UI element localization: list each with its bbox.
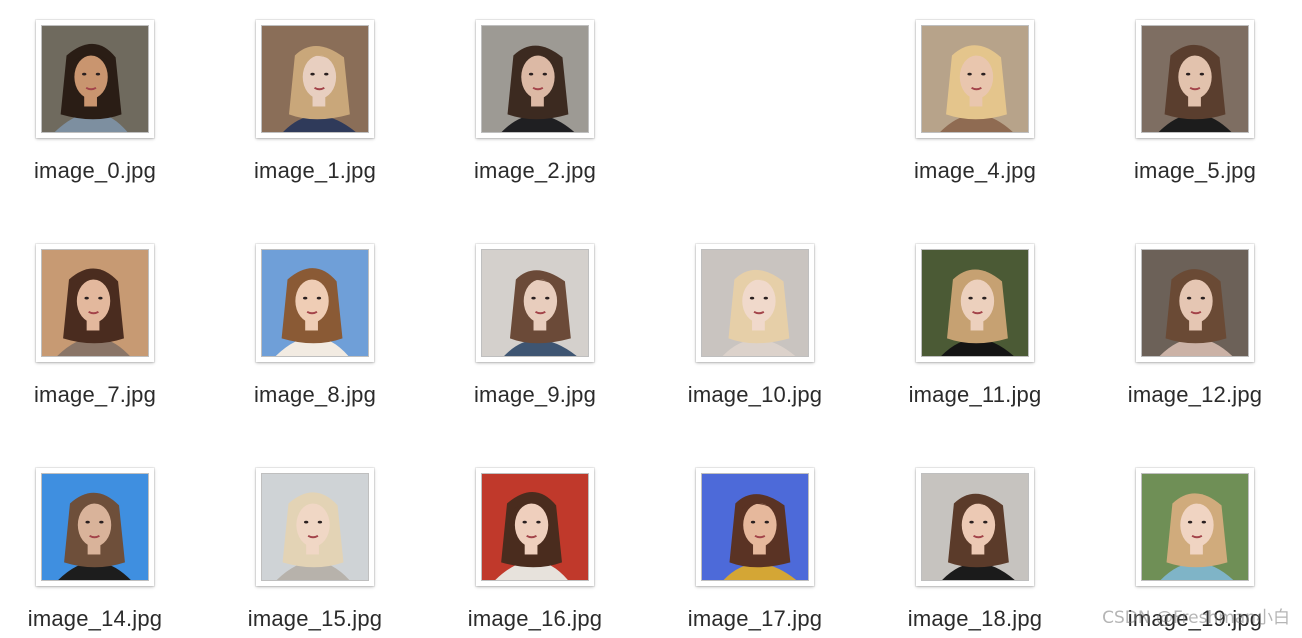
file-thumbnail[interactable] (696, 468, 814, 586)
file-item[interactable]: image_18.jpg (865, 448, 1085, 638)
thumbnail-image (1142, 250, 1248, 356)
image-preview (41, 249, 149, 357)
file-name-label[interactable]: image_12.jpg (1085, 382, 1302, 408)
thumbnail-image (1142, 474, 1248, 580)
file-thumbnail[interactable] (256, 244, 374, 362)
image-preview (1141, 25, 1249, 133)
image-preview (481, 473, 589, 581)
file-name-label[interactable]: image_11.jpg (865, 382, 1085, 408)
file-name-label[interactable]: image_8.jpg (205, 382, 425, 408)
thumbnail-image (1142, 26, 1248, 132)
file-thumbnail[interactable] (476, 468, 594, 586)
file-thumbnail[interactable] (36, 20, 154, 138)
image-preview (41, 473, 149, 581)
thumbnail-image (482, 474, 588, 580)
file-icon-grid: image_0.jpg image_1.jpg image_2.jpg image_4… (0, 0, 1302, 636)
image-preview (261, 473, 369, 581)
file-item[interactable]: image_1.jpg (205, 0, 425, 190)
file-thumbnail[interactable] (36, 468, 154, 586)
image-preview (1141, 473, 1249, 581)
file-thumbnail[interactable] (1136, 20, 1254, 138)
file-name-label[interactable]: image_4.jpg (865, 158, 1085, 184)
file-name-label[interactable]: image_16.jpg (425, 606, 645, 632)
image-preview (261, 25, 369, 133)
file-name-label[interactable]: image_17.jpg (645, 606, 865, 632)
file-thumbnail[interactable] (696, 244, 814, 362)
file-name-label[interactable]: image_0.jpg (0, 158, 205, 184)
file-thumbnail[interactable] (256, 468, 374, 586)
image-preview (481, 25, 589, 133)
file-name-label[interactable]: image_9.jpg (425, 382, 645, 408)
file-name-label[interactable]: image_7.jpg (0, 382, 205, 408)
thumbnail-image (42, 26, 148, 132)
file-item[interactable]: image_5.jpg (1085, 0, 1302, 190)
image-preview (41, 25, 149, 133)
thumbnail-image (482, 250, 588, 356)
thumbnail-image (702, 250, 808, 356)
file-thumbnail[interactable] (916, 20, 1034, 138)
file-item[interactable]: image_0.jpg (0, 0, 205, 190)
file-thumbnail[interactable] (476, 244, 594, 362)
thumbnail-image (702, 474, 808, 580)
file-item[interactable]: image_4.jpg (865, 0, 1085, 190)
file-name-label[interactable]: image_14.jpg (0, 606, 205, 632)
file-name-label[interactable]: image_2.jpg (425, 158, 645, 184)
file-name-label[interactable]: image_5.jpg (1085, 158, 1302, 184)
image-preview (1141, 249, 1249, 357)
file-thumbnail[interactable] (476, 20, 594, 138)
thumbnail-image (42, 250, 148, 356)
file-name-label[interactable]: image_10.jpg (645, 382, 865, 408)
file-name-label[interactable]: image_15.jpg (205, 606, 425, 632)
file-item[interactable]: image_8.jpg (205, 224, 425, 414)
file-name-label[interactable]: image_1.jpg (205, 158, 425, 184)
file-item[interactable]: image_7.jpg (0, 224, 205, 414)
thumbnail-image (482, 26, 588, 132)
file-item[interactable]: image_11.jpg (865, 224, 1085, 414)
file-thumbnail[interactable] (256, 20, 374, 138)
watermark: CSDN @Freshman小白 (1102, 608, 1290, 628)
file-thumbnail[interactable] (1136, 468, 1254, 586)
image-preview (481, 249, 589, 357)
thumbnail-image (262, 474, 368, 580)
file-item[interactable]: image_9.jpg (425, 224, 645, 414)
image-preview (701, 249, 809, 357)
file-item[interactable]: image_12.jpg (1085, 224, 1302, 414)
thumbnail-image (922, 26, 1028, 132)
image-preview (921, 473, 1029, 581)
file-item[interactable]: image_16.jpg (425, 448, 645, 638)
file-thumbnail[interactable] (916, 244, 1034, 362)
file-thumbnail[interactable] (1136, 244, 1254, 362)
file-item[interactable]: image_2.jpg (425, 0, 645, 190)
image-preview (261, 249, 369, 357)
file-name-label[interactable]: image_18.jpg (865, 606, 1085, 632)
image-preview (921, 249, 1029, 357)
file-item[interactable]: image_14.jpg (0, 448, 205, 638)
file-thumbnail[interactable] (916, 468, 1034, 586)
thumbnail-image (262, 250, 368, 356)
thumbnail-image (42, 474, 148, 580)
file-item[interactable]: image_15.jpg (205, 448, 425, 638)
thumbnail-image (262, 26, 368, 132)
image-preview (701, 473, 809, 581)
file-item[interactable]: image_10.jpg (645, 224, 865, 414)
image-preview (921, 25, 1029, 133)
file-thumbnail[interactable] (36, 244, 154, 362)
file-item[interactable]: image_17.jpg (645, 448, 865, 638)
thumbnail-image (922, 474, 1028, 580)
thumbnail-image (922, 250, 1028, 356)
